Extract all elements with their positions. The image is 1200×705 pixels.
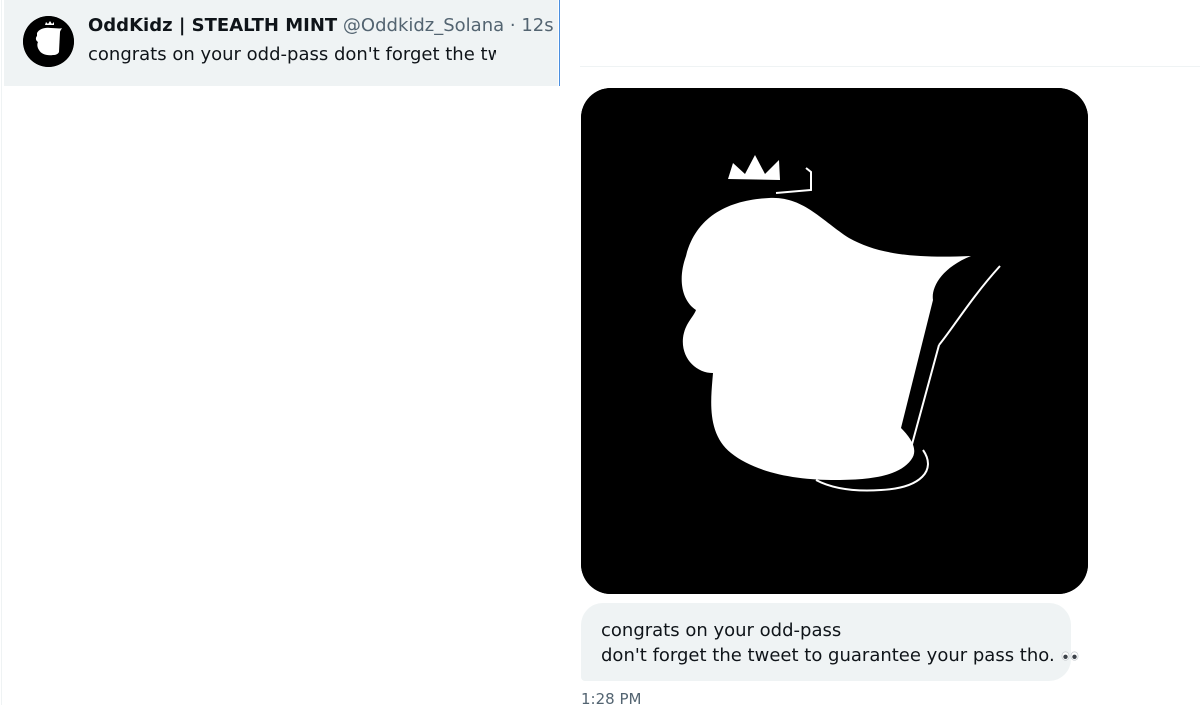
message-preview: congrats on your odd-pass don't forget t… (88, 44, 496, 65)
avatar[interactable] (23, 16, 74, 67)
separator-dot: · (509, 15, 516, 36)
conversation-text: OddKidz | STEALTH MINT @Oddkidz_Solana ·… (88, 13, 554, 67)
message-line-1: congrats on your odd-pass (601, 620, 842, 641)
message-text: congrats on your odd-pass don't forget t… (601, 618, 1079, 668)
message-line-2-text: don't forget the tweet to guarantee your… (601, 645, 1055, 666)
message-line-2: don't forget the tweet to guarantee your… (601, 643, 1079, 668)
dm-screen: OddKidz | STEALTH MINT @Oddkidz_Solana ·… (0, 0, 1200, 705)
message-thread: congrats on your odd-pass don't forget t… (560, 0, 1200, 705)
eyes-icon (1061, 651, 1079, 661)
media-attachment[interactable] (581, 88, 1088, 594)
message-bubble[interactable]: congrats on your odd-pass don't forget t… (581, 603, 1079, 681)
conversation-item[interactable]: OddKidz | STEALTH MINT @Oddkidz_Solana ·… (4, 0, 561, 86)
oddkidz-crowned-head-icon (581, 88, 1088, 594)
conversation-header: OddKidz | STEALTH MINT @Oddkidz_Solana ·… (88, 13, 554, 39)
display-name[interactable]: OddKidz | STEALTH MINT (88, 15, 337, 36)
user-handle: @Oddkidz_Solana (342, 15, 505, 36)
message-timestamp: 1:28 PM (581, 690, 642, 705)
conversation-list: OddKidz | STEALTH MINT @Oddkidz_Solana ·… (0, 0, 561, 705)
divider (580, 66, 1200, 67)
time-ago: 12s (521, 15, 554, 36)
oddkidz-logo-icon (23, 16, 74, 67)
